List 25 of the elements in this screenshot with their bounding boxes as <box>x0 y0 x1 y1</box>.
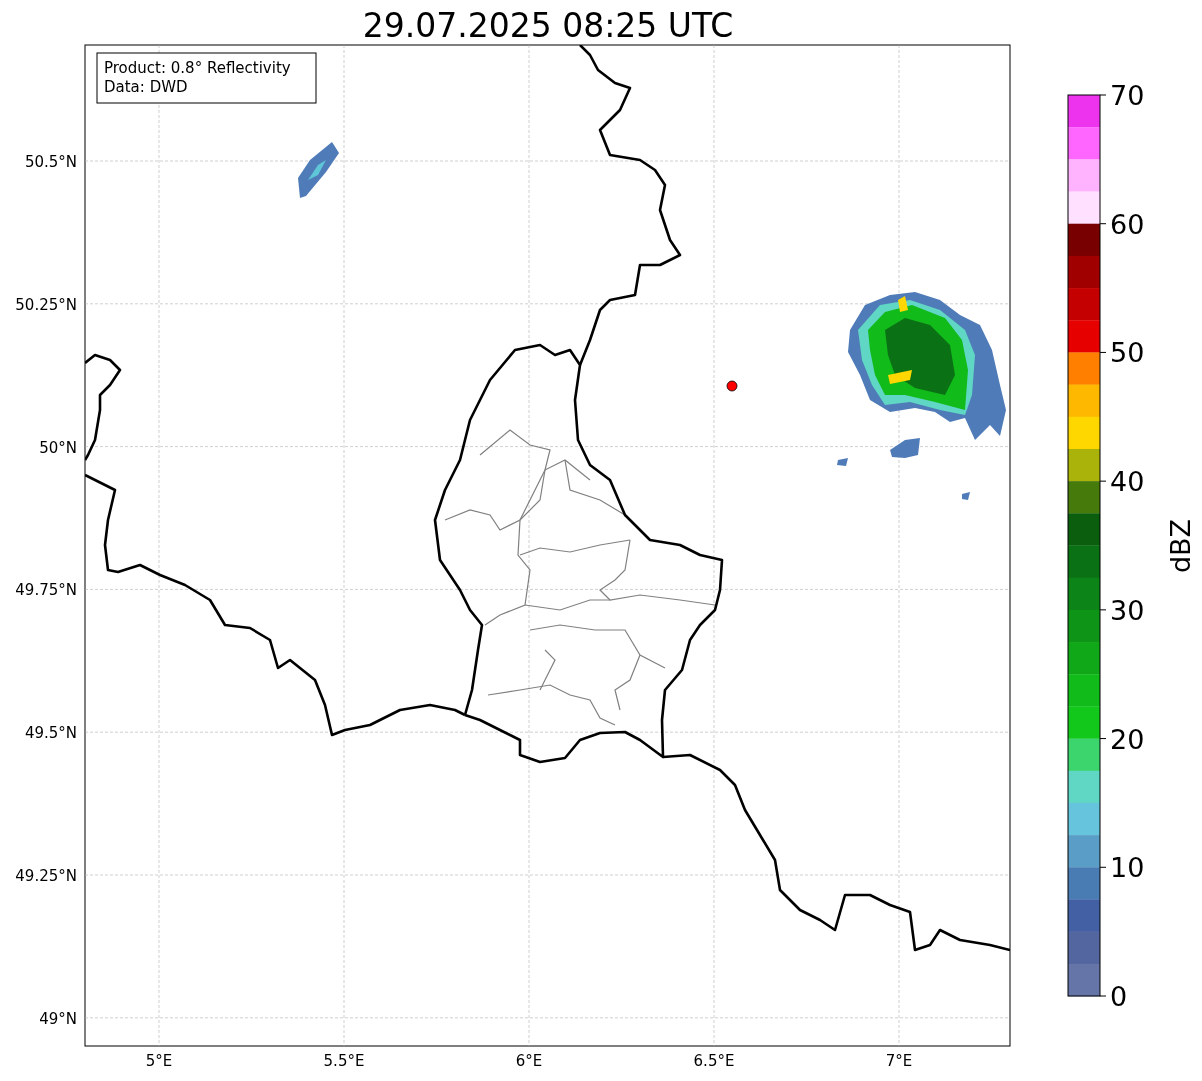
colorbar-tick-label: 40 <box>1110 466 1145 498</box>
longitude-label: 6°E <box>515 1052 543 1070</box>
colorbar-tick-label: 0 <box>1110 981 1128 1012</box>
latitude-label: 49°N <box>39 1009 77 1028</box>
chart-title: 29.07.2025 08:25 UTC <box>362 6 734 45</box>
longitude-label: 7°E <box>885 1052 913 1070</box>
latitude-label: 49.25°N <box>15 867 77 885</box>
colorbar-label: dBZ <box>1165 518 1196 574</box>
colorbar-tick-label: 20 <box>1110 723 1145 755</box>
latitude-label: 50.25°N <box>15 295 77 314</box>
legend-text: Data: DWD <box>104 78 188 96</box>
latitude-label: 49.5°N <box>24 724 77 743</box>
latitude-label: 50.5°N <box>24 153 77 171</box>
colorbar-tick-label: 50 <box>1110 337 1145 369</box>
radar-site-marker <box>726 380 738 392</box>
longitude-label: 6.5°E <box>693 1052 735 1070</box>
longitude-label: 5.5°E <box>323 1052 365 1070</box>
colorbar-tick-label: 70 <box>1110 80 1145 111</box>
latitude-label: 49.75°N <box>15 581 77 600</box>
latitude-label: 50°N <box>39 438 77 457</box>
legend-text: Product: 0.8° Reflectivity <box>104 59 291 77</box>
colorbar-tick-label: 10 <box>1110 852 1145 884</box>
longitude-label: 5°E <box>145 1052 173 1070</box>
colorbar-tick-label: 30 <box>1110 594 1145 626</box>
colorbar-tick-label: 60 <box>1110 208 1145 240</box>
